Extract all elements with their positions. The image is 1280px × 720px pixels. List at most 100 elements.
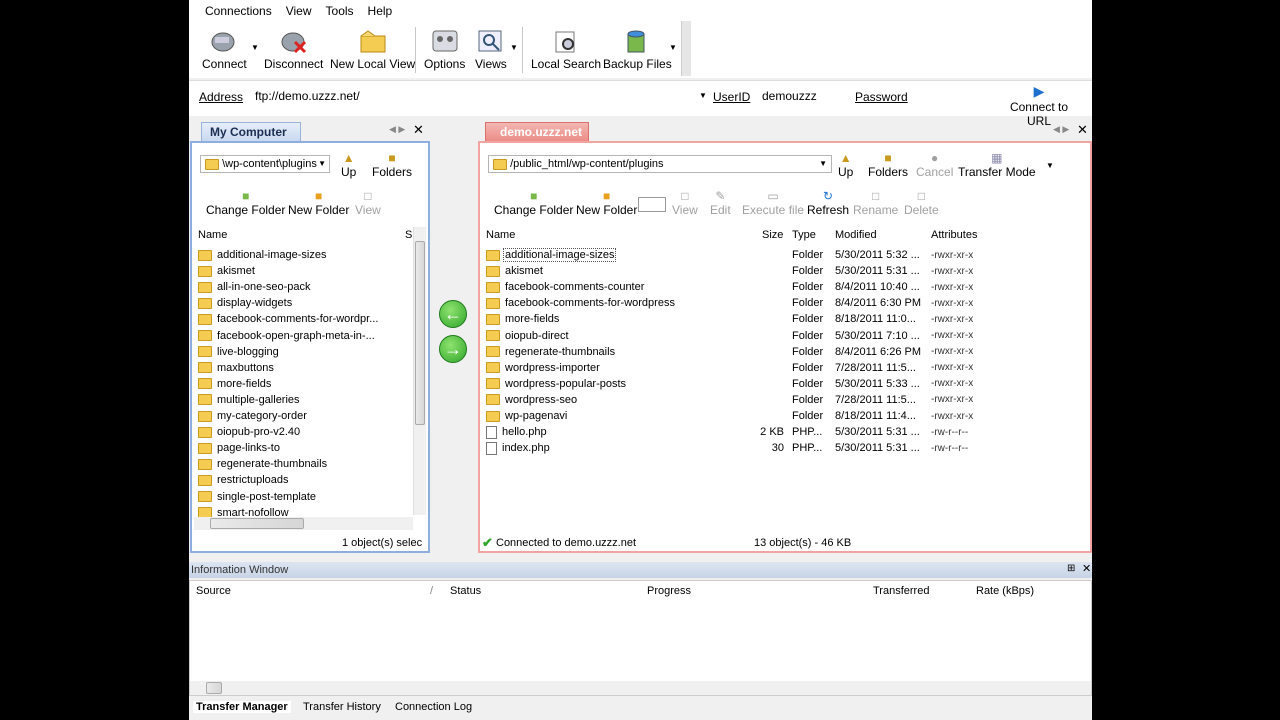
folder-icon <box>198 458 212 470</box>
list-item[interactable]: page-links-to <box>198 440 280 456</box>
list-item[interactable]: my-category-order <box>198 408 307 424</box>
options-button[interactable]: Options <box>424 27 465 71</box>
remote-change-folder-button[interactable]: ■ Change Folder <box>494 189 573 217</box>
local-horizontal-scrollbar[interactable] <box>194 517 413 530</box>
cell-modified: 5/30/2011 5:31 ... <box>835 442 920 455</box>
local-hscroll-thumb[interactable] <box>210 518 304 529</box>
remote-up-button[interactable]: ▲ Up <box>838 151 853 179</box>
backup-files-button[interactable]: Backup Files <box>603 27 672 71</box>
local-vertical-scrollbar[interactable] <box>413 227 426 515</box>
list-item[interactable]: maxbuttons <box>198 360 274 376</box>
info-col-progress[interactable]: Progress <box>647 585 691 597</box>
remote-col-modified[interactable]: Modified <box>835 229 877 241</box>
local-up-button[interactable]: ▲ Up <box>341 151 356 179</box>
new-local-view-button[interactable]: New Local View <box>330 27 415 71</box>
transfer-mode-button[interactable]: ▦ Transfer Mode <box>958 151 1036 179</box>
remote-pane: /public_html/wp-content/plugins ▼ ▲ Up ■ F… <box>478 141 1092 553</box>
transfer-mode-icon: ▦ <box>991 151 1003 165</box>
info-hscroll-thumb[interactable] <box>206 682 222 694</box>
remote-rename-button[interactable]: □ Rename <box>853 189 898 217</box>
connect-to-url-button[interactable]: ▶ Connect to URL <box>997 83 1081 128</box>
menu-view[interactable]: View <box>286 4 312 18</box>
cell-modified: 5/30/2011 5:31 ... <box>835 265 920 278</box>
remote-new-folder-button[interactable]: ■ New Folder <box>576 189 637 217</box>
local-scroll-thumb[interactable] <box>415 241 425 425</box>
list-item[interactable]: more-fields <box>198 376 271 392</box>
tab-remote-site[interactable]: demo.uzzz.net <box>485 122 589 141</box>
remote-tab-nav-arrows[interactable]: ◀ ▶ <box>1053 124 1069 135</box>
toolbar-overflow[interactable] <box>681 21 691 76</box>
menu-connections[interactable]: Connections <box>205 4 272 18</box>
list-item[interactable]: restrictuploads <box>198 472 289 488</box>
info-col-transferred[interactable]: Transferred <box>873 585 929 597</box>
info-col-status[interactable]: Status <box>450 585 481 597</box>
menu-help[interactable]: Help <box>368 4 393 18</box>
cell-attributes: -rwxr-xr-x <box>931 378 974 390</box>
download-arrow-button[interactable]: → <box>439 335 467 363</box>
backup-dropdown-icon[interactable]: ▼ <box>669 43 677 52</box>
list-item[interactable]: display-widgets <box>198 295 292 311</box>
userid-label: UserID <box>713 90 751 104</box>
tab-connection-log[interactable]: Connection Log <box>395 701 472 713</box>
tab-transfer-history[interactable]: Transfer History <box>303 701 381 713</box>
remote-quick-input[interactable] <box>638 197 666 212</box>
upload-arrow-button[interactable]: ← <box>439 300 467 328</box>
tab-my-computer[interactable]: My Computer <box>201 122 301 141</box>
local-new-folder-button[interactable]: ■ New Folder <box>288 189 349 217</box>
remote-cancel-button[interactable]: ● Cancel <box>916 151 953 179</box>
remote-folders-button[interactable]: ■ Folders <box>868 151 908 179</box>
list-item[interactable]: oiopub-pro-v2.40 <box>198 424 300 440</box>
list-item[interactable]: facebook-open-graph-meta-in-... <box>198 328 375 344</box>
local-view-button[interactable]: □ View <box>355 189 381 217</box>
list-item[interactable]: akismet <box>198 263 255 279</box>
local-search-button[interactable]: Local Search <box>531 27 601 71</box>
remote-col-name[interactable]: Name <box>486 229 515 241</box>
close-remote-tab-icon[interactable]: ✕ <box>1077 122 1088 138</box>
local-path-dropdown[interactable]: \wp-content\plugins ▼ <box>200 155 330 173</box>
info-col-rate[interactable]: Rate (kBps) <box>976 585 1034 597</box>
tab-transfer-manager[interactable]: Transfer Manager <box>193 701 291 713</box>
remote-execute-button[interactable]: ▭ Execute file <box>742 189 804 217</box>
connect-dropdown-icon[interactable]: ▼ <box>251 43 259 52</box>
info-col-source[interactable]: Source <box>196 585 231 597</box>
transfer-mode-dropdown-icon[interactable]: ▼ <box>1046 161 1054 170</box>
connect-button[interactable]: Connect <box>202 27 247 71</box>
cell-size <box>750 392 784 408</box>
pin-icon[interactable]: ⊞ <box>1067 563 1075 574</box>
cell-attributes: -rwxr-xr-x <box>931 330 974 341</box>
local-col-size[interactable]: S <box>405 229 412 241</box>
remote-col-size[interactable]: Size <box>762 229 783 241</box>
menu-tools[interactable]: Tools <box>326 4 354 18</box>
tab-nav-arrows[interactable]: ◀ ▶ <box>389 124 405 135</box>
disconnect-button[interactable]: Disconnect <box>264 27 323 71</box>
cell-name: wordpress-importer <box>505 361 600 374</box>
close-local-tab-icon[interactable]: ✕ <box>413 122 424 138</box>
address-dropdown-icon[interactable]: ▼ <box>699 91 707 100</box>
remote-edit-button[interactable]: ✎ Edit <box>710 189 731 217</box>
userid-input[interactable]: demouzzz <box>762 89 817 103</box>
backup-files-icon <box>622 27 652 55</box>
remote-col-type[interactable]: Type <box>792 229 816 241</box>
chevron-down-icon: ▼ <box>819 159 827 168</box>
remote-refresh-button[interactable]: ↻ Refresh <box>807 189 849 217</box>
list-item[interactable]: all-in-one-seo-pack <box>198 279 311 295</box>
views-button[interactable]: Views <box>475 27 507 71</box>
address-input[interactable]: ftp://demo.uzzz.net/ <box>255 89 705 103</box>
list-item[interactable]: multiple-galleries <box>198 392 300 408</box>
remote-path-dropdown[interactable]: /public_html/wp-content/plugins ▼ <box>488 155 832 173</box>
local-folders-button[interactable]: ■ Folders <box>372 151 412 179</box>
cell-type: Folder <box>792 329 824 342</box>
list-item[interactable]: single-post-template <box>198 489 316 505</box>
remote-col-attributes[interactable]: Attributes <box>931 229 977 241</box>
remote-delete-button[interactable]: □ Delete <box>904 189 939 217</box>
local-col-name[interactable]: Name <box>198 229 227 241</box>
views-dropdown-icon[interactable]: ▼ <box>510 43 518 52</box>
remote-view-button[interactable]: □ View <box>672 189 698 217</box>
info-horizontal-scrollbar[interactable] <box>190 681 1091 695</box>
local-change-folder-button[interactable]: ■ Change Folder <box>206 189 285 217</box>
close-info-icon[interactable]: ✕ <box>1082 562 1091 575</box>
list-item[interactable]: live-blogging <box>198 344 279 360</box>
list-item[interactable]: additional-image-sizes <box>198 247 326 263</box>
list-item[interactable]: regenerate-thumbnails <box>198 456 327 472</box>
list-item[interactable]: facebook-comments-for-wordpr... <box>198 311 378 327</box>
